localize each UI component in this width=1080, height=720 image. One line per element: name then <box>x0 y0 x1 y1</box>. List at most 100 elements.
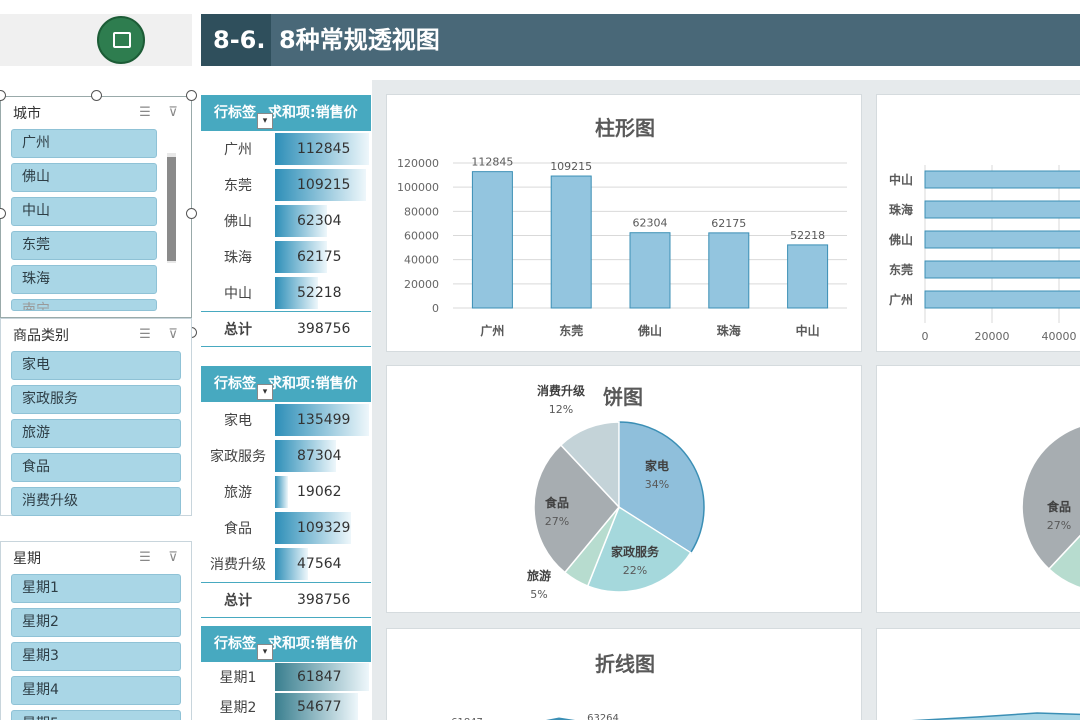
city-item[interactable]: 中山 <box>11 197 157 226</box>
data-label: 112845 <box>471 156 513 169</box>
week-item[interactable]: 星期2 <box>11 608 181 637</box>
bar <box>924 230 1080 249</box>
value-header: 求和项:销售价 <box>268 376 358 392</box>
city-item[interactable]: 广州 <box>11 129 157 158</box>
city-slicer-header: 城市 ☰ ⊽ <box>1 97 191 129</box>
slice-label: 食品 <box>1046 499 1071 514</box>
x-tick-label: 0 <box>922 330 929 343</box>
pie-chart: 饼图家电 34% 家政服务 22% 旅游 5% 食品 27% 消费升级 12% <box>527 383 705 601</box>
week-item[interactable]: 星期1 <box>11 574 181 603</box>
table-row: 家电 135499 <box>201 402 371 438</box>
chart-title: 柱形图 <box>595 116 655 140</box>
y-tick-label: 100000 <box>397 181 439 194</box>
pie-chart-2: 食品 27% <box>1021 425 1080 589</box>
category-item[interactable]: 消费升级 <box>11 487 181 516</box>
bar <box>471 171 513 309</box>
slice-percent: 27% <box>545 515 569 528</box>
week-item[interactable]: 星期4 <box>11 676 181 705</box>
slice-percent: 5% <box>530 588 547 601</box>
city-item[interactable]: 南宁 <box>11 299 157 311</box>
bar <box>550 175 592 309</box>
bar-chart-panel[interactable]: 0 20000 40000 中山 珠海 佛山 东莞 广州 <box>876 94 1080 352</box>
filter-dropdown-icon[interactable]: ▾ <box>257 384 273 400</box>
week-item[interactable]: 星期3 <box>11 642 181 671</box>
multi-select-icon[interactable]: ☰ <box>135 549 155 567</box>
multi-select-icon[interactable]: ☰ <box>135 104 155 122</box>
category-slicer-title: 商品类别 <box>13 328 69 344</box>
slice-label: 旅游 <box>527 568 551 583</box>
pie-chart-panel[interactable]: 饼图 家电 34% 家政服务 22% 旅游 5% 食品 27% 消费升级 12% <box>386 365 862 613</box>
week-slicer[interactable]: 星期 ☰ ⊽ 星期1 星期2 星期3 星期4 星期5 <box>0 541 192 720</box>
filter-dropdown-icon[interactable]: ▾ <box>257 644 273 660</box>
multi-select-icon[interactable]: ☰ <box>135 326 155 344</box>
logo-area <box>0 14 192 66</box>
x-tick-label: 东莞 <box>559 323 583 338</box>
category-item[interactable]: 家政服务 <box>11 385 181 414</box>
filter-dropdown-icon[interactable]: ▾ <box>257 113 273 129</box>
slice-label: 消费升级 <box>537 383 585 398</box>
city-item[interactable]: 珠海 <box>11 265 157 294</box>
city-item[interactable]: 东莞 <box>11 231 157 260</box>
clear-filter-icon[interactable]: ⊽ <box>163 104 183 122</box>
chart-title: 折线图 <box>595 652 655 676</box>
bar <box>924 170 1080 189</box>
slice-label: 家电 <box>645 458 669 473</box>
x-tick-label: 广州 <box>480 323 504 338</box>
pivot-header: 行标签 求和项:销售价 <box>201 95 371 131</box>
data-label: 52218 <box>790 229 825 242</box>
city-item[interactable]: 佛山 <box>11 163 157 192</box>
area-chart <box>911 712 1080 720</box>
column-chart-panel[interactable]: 柱形图 120000 100000 80000 60000 40000 20000 0 1128… <box>386 94 862 352</box>
week-pivot-table: 行标签 求和项:销售价 ▾ 星期1 61847 星期2 54677 <box>201 626 371 720</box>
resize-handle[interactable] <box>186 208 197 219</box>
pivot-header: 行标签 求和项:销售价 <box>201 626 371 662</box>
table-row: 珠海 62175 <box>201 239 371 275</box>
data-label: 62304 <box>633 217 668 230</box>
week-item[interactable]: 星期5 <box>11 710 181 720</box>
table-row: 广州 112845 <box>201 131 371 167</box>
category-item[interactable]: 旅游 <box>11 419 181 448</box>
slice-percent: 12% <box>549 403 573 416</box>
x-tick-label: 40000 <box>1042 330 1077 343</box>
section-number: 8-6. <box>201 14 271 66</box>
chart-area: 柱形图 120000 100000 80000 60000 40000 20000 0 1128… <box>372 80 1080 720</box>
pie-chart-panel-2[interactable]: 食品 27% <box>876 365 1080 613</box>
area-chart-panel[interactable] <box>876 628 1080 720</box>
y-tick-label: 佛山 <box>888 232 913 247</box>
y-tick-label: 0 <box>432 302 439 315</box>
table-row: 星期2 54677 <box>201 692 371 720</box>
city-slicer-scrollbar[interactable] <box>167 153 176 263</box>
resize-handle[interactable] <box>91 90 102 101</box>
category-pivot-table: 行标签 求和项:销售价 ▾ 家电 135499 家政服务 87304 旅游 19062 … <box>201 366 371 618</box>
excel-logo-icon <box>97 16 145 64</box>
y-tick-label: 60000 <box>404 230 439 243</box>
category-item[interactable]: 家电 <box>11 351 181 380</box>
clear-filter-icon[interactable]: ⊽ <box>163 549 183 567</box>
excel-dashboard: 8-6. 8种常规透视图 城市 ☰ ⊽ 广州 佛山 中山 东莞 珠海 南宁 商品… <box>0 0 1080 720</box>
scroll-thumb[interactable] <box>167 157 176 261</box>
bar <box>924 260 1080 279</box>
total-row: 总计 398756 <box>201 582 371 618</box>
bar-chart: 0 20000 40000 中山珠海佛山东莞广州 <box>888 165 1080 343</box>
bar <box>629 232 671 309</box>
table-row: 旅游 19062 <box>201 474 371 510</box>
table-row: 消费升级 47564 <box>201 546 371 582</box>
slice-percent: 27% <box>1047 519 1071 532</box>
city-slicer[interactable]: 城市 ☰ ⊽ 广州 佛山 中山 东莞 珠海 南宁 <box>0 96 192 318</box>
x-tick-label: 珠海 <box>717 323 741 338</box>
y-tick-label: 广州 <box>889 292 913 307</box>
table-row: 食品 109329 <box>201 510 371 546</box>
x-tick-label: 20000 <box>975 330 1010 343</box>
y-tick-label: 中山 <box>889 172 913 187</box>
line-chart-panel[interactable]: 折线图6184763264 <box>386 628 862 720</box>
bar <box>924 290 1080 309</box>
category-item[interactable]: 食品 <box>11 453 181 482</box>
city-slicer-title: 城市 <box>13 106 41 122</box>
city-pivot-table: 行标签 求和项:销售价 ▾ 广州 112845 东莞 109215 佛山 62304 珠… <box>201 95 371 347</box>
category-slicer[interactable]: 商品类别 ☰ ⊽ 家电 家政服务 旅游 食品 消费升级 <box>0 318 192 516</box>
resize-handle[interactable] <box>186 90 197 101</box>
column-chart: 柱形图 120000 100000 80000 60000 40000 20000 0 1128… <box>397 116 847 338</box>
table-row: 家政服务 87304 <box>201 438 371 474</box>
area-series <box>911 712 1080 720</box>
clear-filter-icon[interactable]: ⊽ <box>163 326 183 344</box>
